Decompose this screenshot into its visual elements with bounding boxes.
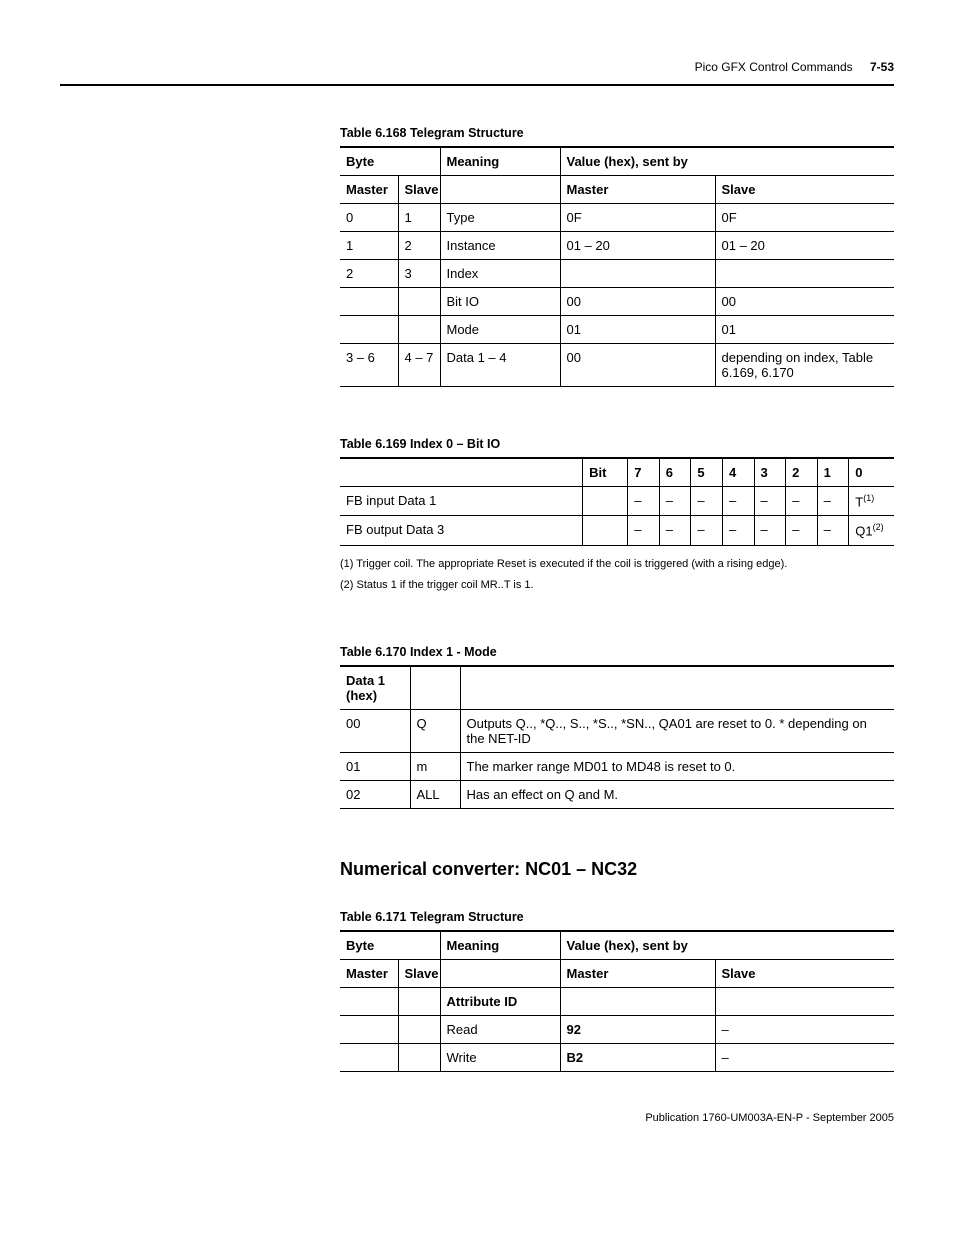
th-master: Master bbox=[340, 959, 398, 987]
table-row: FB output Data 3 – – – – – – – Q1(2) bbox=[340, 516, 894, 545]
table-169-caption: Table 6.169 Index 0 – Bit IO bbox=[340, 437, 894, 451]
th-blank bbox=[340, 458, 583, 487]
table-168-caption: Table 6.168 Telegram Structure bbox=[340, 126, 894, 140]
page-header: Pico GFX Control Commands 7-53 bbox=[60, 60, 894, 84]
th-master: Master bbox=[340, 176, 398, 204]
th-data: Data 1 (hex) bbox=[340, 666, 410, 710]
table-168: Byte Meaning Value (hex), sent by Master… bbox=[340, 146, 894, 387]
th-value: Value (hex), sent by bbox=[560, 931, 894, 960]
table-row: 1 2 Instance 01 – 20 01 – 20 bbox=[340, 232, 894, 260]
section-heading: Numerical converter: NC01 – NC32 bbox=[340, 859, 894, 880]
table-row: Write B2 – bbox=[340, 1043, 894, 1071]
th-slave2: Slave bbox=[715, 176, 894, 204]
table-row: 02 ALL Has an effect on Q and M. bbox=[340, 780, 894, 808]
footnote-2: (2) Status 1 if the trigger coil MR..T i… bbox=[340, 577, 894, 595]
table-169: Bit 7 6 5 4 3 2 1 0 FB input Data 1 – – … bbox=[340, 457, 894, 546]
table-row: 3 – 6 4 – 7 Data 1 – 4 00 depending on i… bbox=[340, 344, 894, 387]
th-slave2: Slave bbox=[715, 959, 894, 987]
table-row: Bit IO 00 00 bbox=[340, 288, 894, 316]
table-170-caption: Table 6.170 Index 1 - Mode bbox=[340, 645, 894, 659]
table-row: 2 3 Index bbox=[340, 260, 894, 288]
th-slave: Slave bbox=[398, 959, 440, 987]
th-bit: Bit bbox=[583, 458, 628, 487]
table-row: 0 1 Type 0F 0F bbox=[340, 204, 894, 232]
table-row: 01 m The marker range MD01 to MD48 is re… bbox=[340, 752, 894, 780]
th-master2: Master bbox=[560, 176, 715, 204]
table-170: Data 1 (hex) 00 Q Outputs Q.., *Q.., S..… bbox=[340, 665, 894, 809]
th-byte: Byte bbox=[340, 147, 440, 176]
table-171-caption: Table 6.171 Telegram Structure bbox=[340, 910, 894, 924]
header-title: Pico GFX Control Commands bbox=[695, 60, 853, 74]
th-meaning: Meaning bbox=[440, 147, 560, 176]
footnote-1: (1) Trigger coil. The appropriate Reset … bbox=[340, 556, 894, 574]
th-master2: Master bbox=[560, 959, 715, 987]
table-row: Mode 01 01 bbox=[340, 316, 894, 344]
th-blank bbox=[440, 176, 560, 204]
header-rule bbox=[60, 84, 894, 86]
table-row: Read 92 – bbox=[340, 1015, 894, 1043]
table-row: FB input Data 1 – – – – – – – T(1) bbox=[340, 487, 894, 516]
page-footer: Publication 1760-UM003A-EN-P - September… bbox=[60, 1112, 894, 1124]
table-row: 00 Q Outputs Q.., *Q.., S.., *S.., *SN..… bbox=[340, 709, 894, 752]
table-row: Attribute ID bbox=[340, 987, 894, 1015]
table-171: Byte Meaning Value (hex), sent by Master… bbox=[340, 930, 894, 1072]
th-value: Value (hex), sent by bbox=[560, 147, 894, 176]
th-byte: Byte bbox=[340, 931, 440, 960]
th-meaning: Meaning bbox=[440, 931, 560, 960]
header-page-number: 7-53 bbox=[870, 60, 894, 74]
th-slave: Slave bbox=[398, 176, 440, 204]
